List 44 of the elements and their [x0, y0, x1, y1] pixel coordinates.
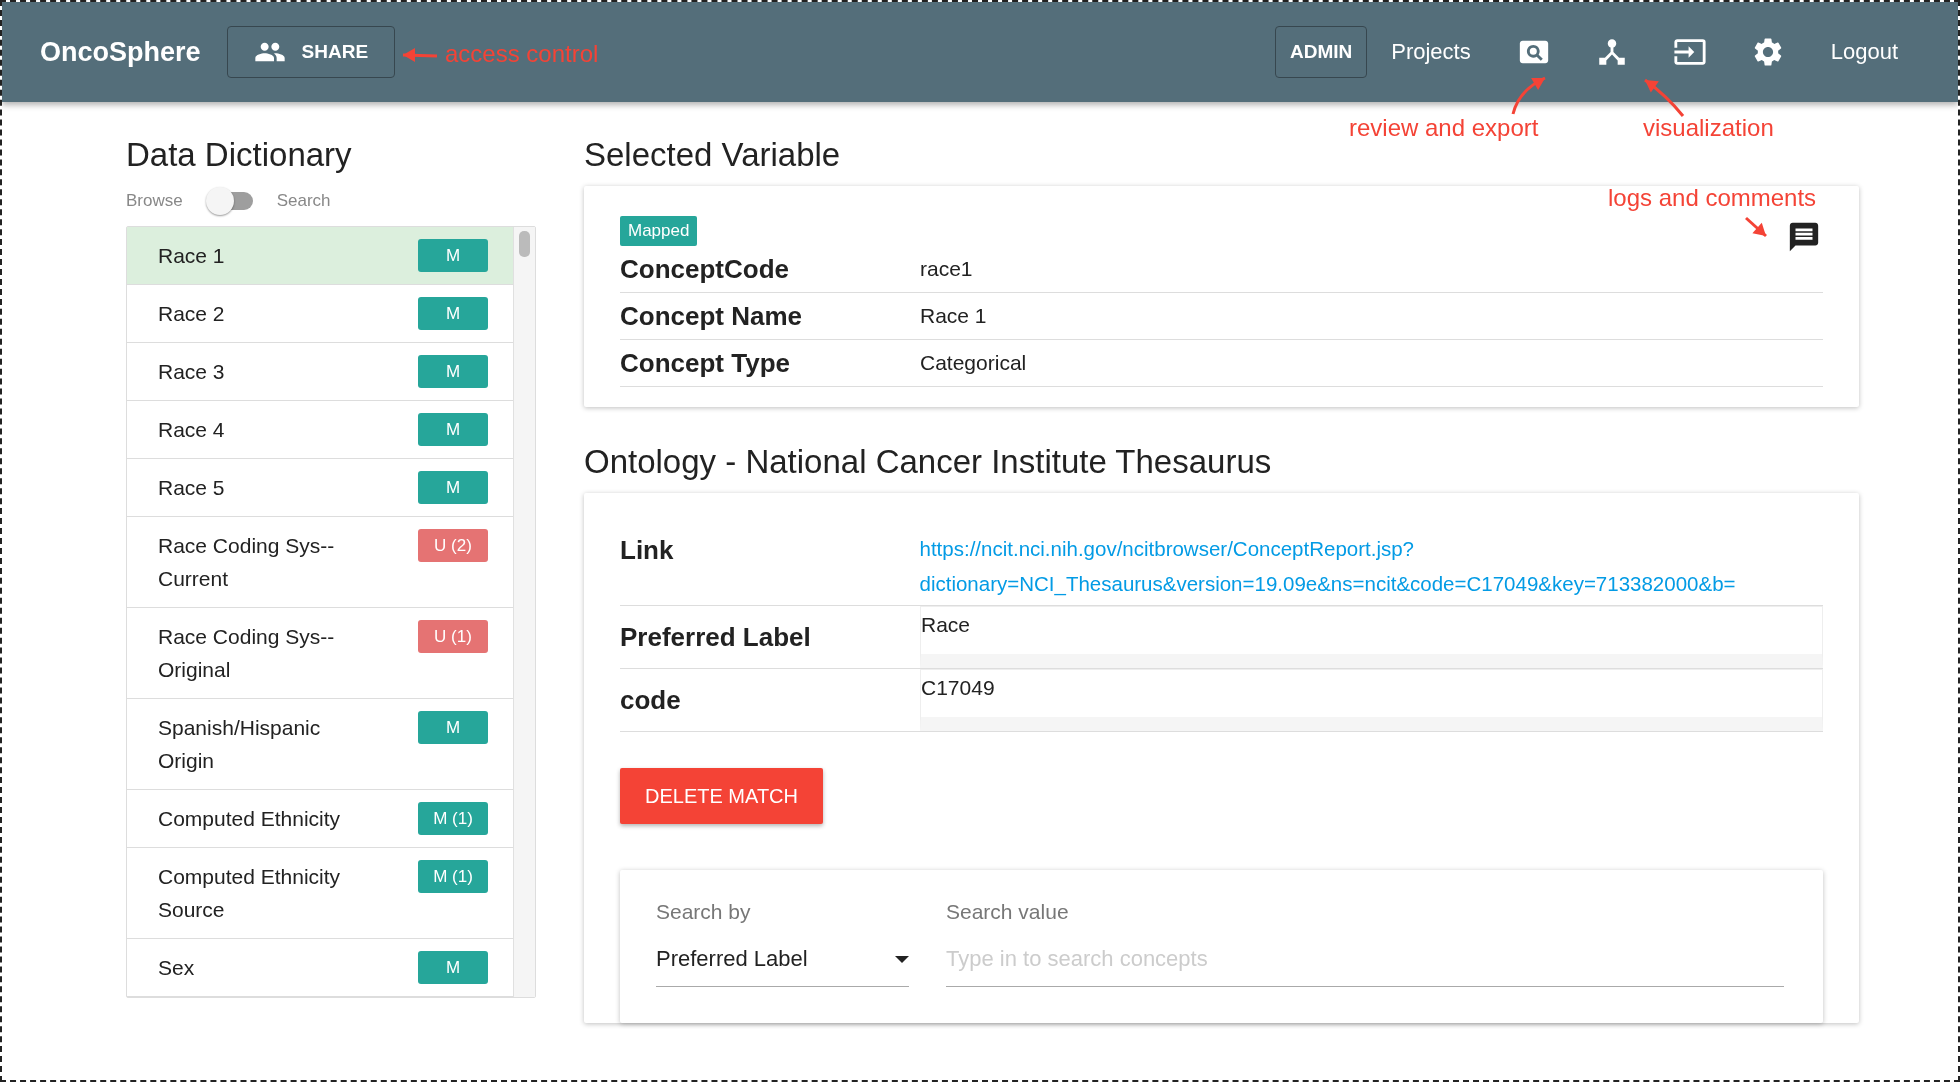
status-badge: U (1) — [418, 620, 488, 653]
annotation-label: logs and comments — [1608, 184, 1817, 212]
delete-match-button[interactable]: DELETE MATCH — [620, 768, 823, 824]
annotation-label: access control — [445, 40, 599, 68]
section-heading: Selected Variable — [584, 136, 842, 174]
admin-button[interactable]: ADMIN — [1274, 26, 1368, 78]
variable-item[interactable]: Race 1 M — [127, 227, 513, 285]
search-by-select[interactable]: Preferred Label — [656, 946, 909, 987]
status-badge: M — [418, 239, 488, 272]
toggle-label: Search — [276, 191, 331, 211]
value-field: C17049 — [920, 669, 1823, 731]
section-heading: Ontology - National Cancer Institute Thesaurus — [584, 443, 1273, 481]
status-badge: M (1) — [418, 802, 488, 835]
projects-link[interactable]: Projects — [1391, 39, 1471, 65]
value-field: Race — [920, 606, 1823, 668]
status-badge: M (1) — [418, 860, 488, 893]
status-badge: M — [418, 355, 488, 388]
app-title: OncoSphere — [40, 36, 201, 68]
mode-toggle[interactable] — [204, 186, 255, 216]
field-label: ConceptCode — [620, 253, 790, 285]
share-button[interactable]: SHARE — [226, 26, 396, 78]
field-label: Search value — [946, 900, 1070, 924]
toggle-label: Browse — [126, 191, 183, 211]
status-tag: Mapped — [620, 216, 698, 246]
section-heading: Data Dictionary — [126, 136, 353, 174]
status-badge: M — [418, 471, 488, 504]
annotation-label: review and export — [1349, 114, 1539, 142]
field-label: Preferred Label — [620, 621, 812, 653]
status-badge: M — [418, 951, 488, 984]
field-label: Link — [620, 534, 675, 566]
field-label: Search by — [656, 900, 752, 924]
field-value: Categorical — [920, 351, 1027, 375]
status-badge: M — [418, 297, 488, 330]
annotation-label: visualization — [1643, 114, 1774, 142]
status-badge: U (2) — [418, 529, 488, 562]
field-value: race1 — [920, 257, 973, 281]
status-badge: M — [418, 413, 488, 446]
field-label: Concept Type — [620, 347, 791, 379]
logout-link[interactable]: Logout — [1830, 39, 1898, 65]
caret-icon — [895, 955, 909, 963]
status-badge: M — [418, 711, 488, 744]
field-value: Race 1 — [920, 304, 987, 328]
field-label: code — [620, 684, 682, 716]
field-label: Concept Name — [620, 300, 804, 332]
